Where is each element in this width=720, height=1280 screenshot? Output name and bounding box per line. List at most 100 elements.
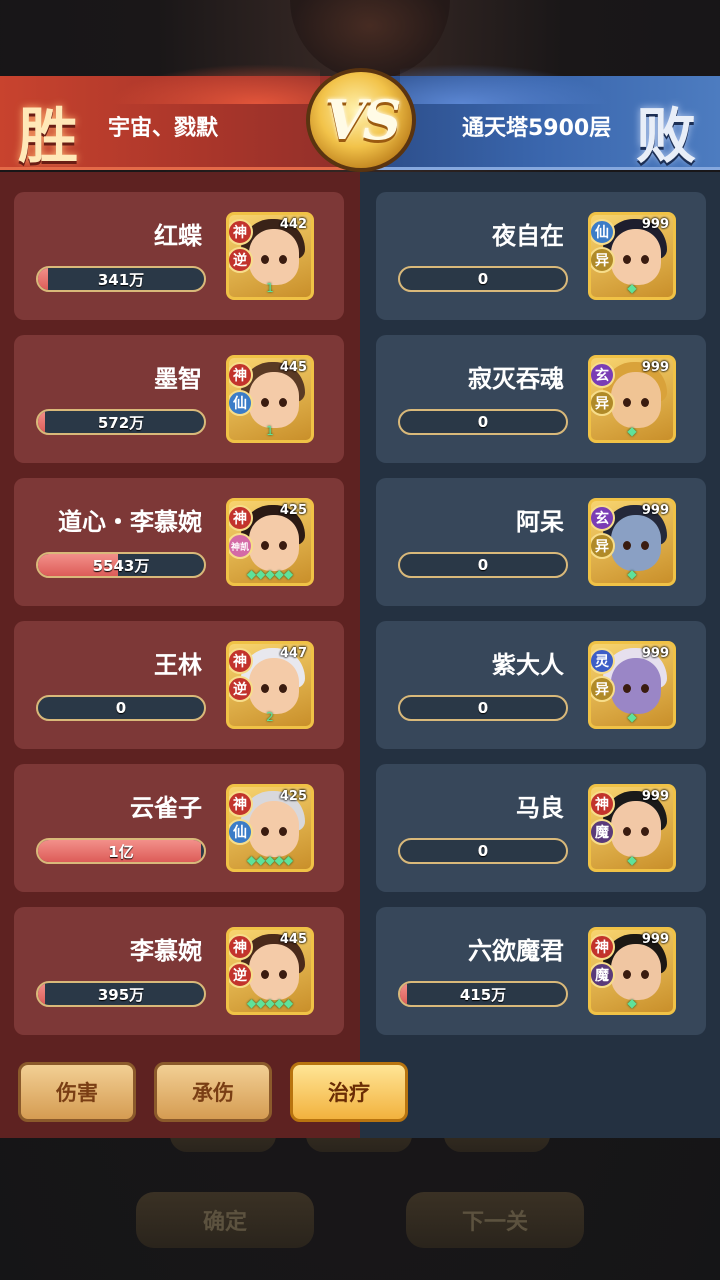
left-hero-card: 王林 0 447 2 神逆: [14, 621, 344, 749]
right-hero-portrait[interactable]: 999 ◆ 仙异: [588, 212, 676, 300]
right-hero-level: 999: [641, 789, 669, 804]
right-hero-portrait[interactable]: 999 ◆ 神魔: [588, 927, 676, 1015]
portrait-face: [249, 801, 299, 857]
portrait-face: [611, 229, 661, 285]
tab-healing[interactable]: 治疗: [290, 1062, 408, 1122]
left-hero-value-text: 5543万: [92, 556, 150, 575]
left-hero-star-rank: ◆◆◆◆◆: [246, 996, 294, 1010]
portrait-face: [249, 658, 299, 714]
right-hero-name: 夜自在: [492, 222, 564, 250]
right-hero-class-tag: 魔: [591, 962, 615, 988]
portrait-eye-right: [279, 398, 287, 407]
right-hero-level: 999: [641, 217, 669, 232]
right-hero-card: 紫大人 0 999 ◆ 灵异: [376, 621, 706, 749]
right-hero-class-tag: 异: [591, 390, 615, 416]
portrait-eye-right: [641, 541, 649, 550]
portrait-eye-right: [641, 970, 649, 979]
right-hero-level: 999: [641, 932, 669, 947]
right-hero-card: 夜自在 0 999 ◆ 仙异: [376, 192, 706, 320]
tab-damage[interactable]: 伤害: [18, 1062, 136, 1122]
left-hero-value-bar: 572万: [36, 409, 206, 435]
next-level-button-dimmed: 下一关: [406, 1192, 584, 1248]
portrait-face: [249, 944, 299, 1000]
right-hero-faction-tag: 神: [591, 791, 615, 817]
right-hero-class-tag: 异: [591, 247, 615, 273]
right-hero-name: 六欲魔君: [468, 937, 564, 965]
right-hero-class-tag: 异: [591, 533, 615, 559]
right-hero-portrait[interactable]: 999 ◆ 神魔: [588, 784, 676, 872]
red-flame-decoration: [110, 64, 320, 104]
right-hero-name: 阿呆: [516, 508, 564, 536]
vs-badge: VS: [306, 68, 416, 172]
left-hero-value-bar: 5543万: [36, 552, 206, 578]
right-hero-value-bar: 0: [398, 552, 568, 578]
left-hero-portrait[interactable]: 425 ◆◆◆◆◆ 神仙: [226, 784, 314, 872]
left-hero-value-bar: 1亿: [36, 838, 206, 864]
left-hero-faction-tag: 神: [229, 219, 253, 245]
left-hero-star-rank: 2: [266, 710, 274, 724]
portrait-eye-left: [623, 970, 631, 979]
right-hero-rank-icon: ◆: [627, 424, 637, 438]
victory-label: 胜: [18, 102, 78, 172]
right-hero-level: 999: [641, 503, 669, 518]
left-hero-portrait[interactable]: 442 1 神逆: [226, 212, 314, 300]
portrait-face: [611, 801, 661, 857]
left-hero-level: 447: [279, 646, 307, 661]
left-hero-card: 红蝶 341万 442 1 神逆: [14, 192, 344, 320]
right-hero-rank-icon: ◆: [627, 281, 637, 295]
battle-result-header: 胜 宇宙、戮默 通天塔5900层 败 VS: [0, 64, 720, 172]
left-hero-class-tag: 逆: [229, 676, 253, 702]
left-hero-value-text: 341万: [97, 270, 145, 289]
portrait-eye-left: [261, 684, 269, 693]
tab-damage-taken[interactable]: 承伤: [154, 1062, 272, 1122]
portrait-face: [611, 944, 661, 1000]
left-hero-card: 墨智 572万 445 1 神仙: [14, 335, 344, 463]
portrait-eye-right: [641, 398, 649, 407]
right-hero-rank-icon: ◆: [627, 853, 637, 867]
right-hero-portrait[interactable]: 999 ◆ 灵异: [588, 641, 676, 729]
right-hero-rank-icon: ◆: [627, 567, 637, 581]
right-hero-value-bar: 415万: [398, 981, 568, 1007]
portrait-eye-left: [261, 398, 269, 407]
right-team-name: 通天塔5900层: [462, 116, 612, 141]
portrait-face: [611, 372, 661, 428]
left-hero-portrait[interactable]: 447 2 神逆: [226, 641, 314, 729]
portrait-eye-right: [279, 970, 287, 979]
right-hero-class-tag: 异: [591, 676, 615, 702]
left-hero-level: 445: [279, 932, 307, 947]
right-hero-name: 紫大人: [492, 651, 564, 679]
left-hero-class-tag: 仙: [229, 390, 253, 416]
right-hero-portrait[interactable]: 999 ◆ 玄异: [588, 498, 676, 586]
portrait-eye-right: [279, 827, 287, 836]
portrait-eye-right: [641, 255, 649, 264]
portrait-face: [249, 372, 299, 428]
portrait-eye-left: [261, 541, 269, 550]
left-hero-portrait[interactable]: 425 ◆◆◆◆◆ 神神凯: [226, 498, 314, 586]
left-hero-level: 425: [279, 789, 307, 804]
right-hero-card: 马良 0 999 ◆ 神魔: [376, 764, 706, 892]
left-hero-portrait[interactable]: 445 ◆◆◆◆◆ 神逆: [226, 927, 314, 1015]
portrait-face: [611, 658, 661, 714]
right-hero-value-bar: 0: [398, 695, 568, 721]
left-hero-value-bar: 395万: [36, 981, 206, 1007]
left-hero-card: 云雀子 1亿 425 ◆◆◆◆◆ 神仙: [14, 764, 344, 892]
right-hero-portrait[interactable]: 999 ◆ 玄异: [588, 355, 676, 443]
portrait-eye-left: [261, 255, 269, 264]
portrait-eye-right: [641, 827, 649, 836]
defeat-label: 败: [636, 102, 696, 172]
portrait-eye-left: [623, 684, 631, 693]
left-hero-portrait[interactable]: 445 1 神仙: [226, 355, 314, 443]
left-team-name: 宇宙、戮默: [108, 116, 219, 141]
left-hero-star-rank: 1: [266, 424, 274, 438]
left-hero-level: 425: [279, 503, 307, 518]
left-hero-faction-tag: 神: [229, 505, 253, 531]
left-hero-class-tag: 仙: [229, 819, 253, 845]
portrait-eye-left: [623, 398, 631, 407]
right-hero-faction-tag: 玄: [591, 362, 615, 388]
left-hero-value-text: 1亿: [108, 842, 134, 861]
left-hero-card: 李慕婉 395万 445 ◆◆◆◆◆ 神逆: [14, 907, 344, 1035]
right-hero-value-bar: 0: [398, 409, 568, 435]
tab-damage-taken-label: 承伤: [192, 1081, 234, 1105]
left-hero-name: 红蝶: [154, 222, 202, 250]
left-hero-value-bar: 0: [36, 695, 206, 721]
